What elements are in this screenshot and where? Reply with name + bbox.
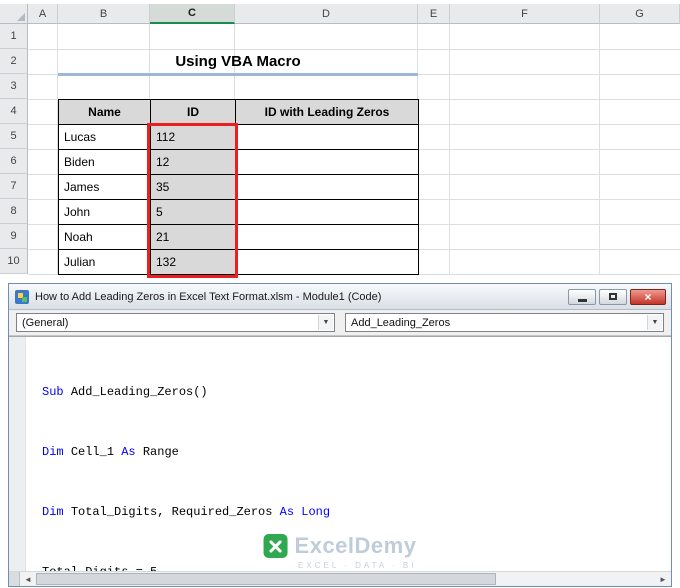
row-header-column: 1 2 3 4 5 6 7 8 9 10 xyxy=(0,24,28,274)
minimize-button[interactable] xyxy=(568,288,596,305)
code-editor[interactable]: ExcelDemy EXCEL · DATA · BI Sub Add_Lead… xyxy=(9,336,671,586)
selection-highlight-box xyxy=(147,123,238,278)
vba-code-block[interactable]: Sub Add_Leading_Zeros() Dim Cell_1 As Ra… xyxy=(26,340,604,586)
row-header[interactable]: 2 xyxy=(0,49,28,74)
code-line[interactable]: Dim Total_Digits, Required_Zeros As Long xyxy=(42,505,604,520)
zeros-cell[interactable] xyxy=(236,250,419,275)
sheet-title-cell[interactable]: Using VBA Macro xyxy=(58,49,418,74)
table-header-zeros[interactable]: ID with Leading Zeros xyxy=(236,100,419,125)
column-header[interactable]: F xyxy=(450,4,600,24)
name-cell[interactable]: James xyxy=(59,175,151,200)
zeros-cell[interactable] xyxy=(236,125,419,150)
screenshot-root: A B C D E F G 1 2 3 4 5 6 7 8 9 10 Using… xyxy=(0,0,680,588)
zeros-cell[interactable] xyxy=(236,175,419,200)
scrollbar-track xyxy=(496,572,655,586)
code-line[interactable]: Sub Add_Leading_Zeros() xyxy=(42,385,604,400)
restore-button[interactable] xyxy=(599,288,627,305)
name-cell[interactable]: Biden xyxy=(59,150,151,175)
row-header[interactable]: 4 xyxy=(0,99,28,124)
scroll-left-button[interactable]: ◄ xyxy=(20,572,36,586)
object-dropdown[interactable]: (General) ▼ xyxy=(16,313,335,332)
data-table: Name ID ID with Leading Zeros Lucas 112 … xyxy=(58,99,419,275)
scroll-right-button[interactable]: ► xyxy=(655,572,671,586)
vba-combo-bar: (General) ▼ Add_Leading_Zeros ▼ xyxy=(9,310,671,336)
column-header[interactable]: C xyxy=(150,4,235,24)
name-cell[interactable]: John xyxy=(59,200,151,225)
column-header[interactable]: B xyxy=(58,4,150,24)
object-dropdown-value: (General) xyxy=(22,316,69,329)
row-header[interactable]: 9 xyxy=(0,224,28,249)
vba-titlebar[interactable]: How to Add Leading Zeros in Excel Text F… xyxy=(9,284,671,310)
vba-editor-window: How to Add Leading Zeros in Excel Text F… xyxy=(8,283,672,587)
column-header[interactable]: D xyxy=(235,4,418,24)
restore-icon xyxy=(609,293,617,300)
code-line[interactable]: Dim Cell_1 As Range xyxy=(42,445,604,460)
name-cell[interactable]: Lucas xyxy=(59,125,151,150)
excel-sheet: A B C D E F G 1 2 3 4 5 6 7 8 9 10 Using… xyxy=(0,4,680,284)
procedure-dropdown-value: Add_Leading_Zeros xyxy=(351,316,451,329)
row-header[interactable]: 3 xyxy=(0,74,28,99)
row-header[interactable]: 1 xyxy=(0,24,28,49)
vba-app-icon xyxy=(15,289,29,304)
zeros-cell[interactable] xyxy=(236,200,419,225)
code-margin-strip xyxy=(9,337,26,586)
scrollbar-split-handle[interactable] xyxy=(9,572,20,586)
horizontal-scrollbar: ◄ ► xyxy=(9,571,671,586)
vba-window-title: How to Add Leading Zeros in Excel Text F… xyxy=(35,290,382,303)
column-header[interactable]: E xyxy=(418,4,450,24)
close-button[interactable]: × xyxy=(630,288,666,305)
column-header[interactable]: A xyxy=(28,4,58,24)
table-header-name[interactable]: Name xyxy=(59,100,151,125)
title-underline xyxy=(58,73,418,76)
select-all-corner[interactable] xyxy=(0,4,28,24)
column-header-row: A B C D E F G xyxy=(0,4,680,24)
close-icon: × xyxy=(644,289,652,304)
minimize-icon xyxy=(577,298,587,302)
row-header[interactable]: 10 xyxy=(0,249,28,274)
row-header[interactable]: 7 xyxy=(0,174,28,199)
name-cell[interactable]: Noah xyxy=(59,225,151,250)
zeros-cell[interactable] xyxy=(236,150,419,175)
scrollbar-thumb[interactable] xyxy=(36,573,496,585)
chevron-down-icon[interactable]: ▼ xyxy=(647,315,662,330)
zeros-cell[interactable] xyxy=(236,225,419,250)
table-header-id[interactable]: ID xyxy=(151,100,236,125)
row-header[interactable]: 6 xyxy=(0,149,28,174)
procedure-dropdown[interactable]: Add_Leading_Zeros ▼ xyxy=(345,313,664,332)
row-header[interactable]: 8 xyxy=(0,199,28,224)
chevron-down-icon[interactable]: ▼ xyxy=(318,315,333,330)
window-controls: × xyxy=(565,288,666,305)
name-cell[interactable]: Julian xyxy=(59,250,151,275)
row-header[interactable]: 5 xyxy=(0,124,28,149)
column-header[interactable]: G xyxy=(600,4,680,24)
